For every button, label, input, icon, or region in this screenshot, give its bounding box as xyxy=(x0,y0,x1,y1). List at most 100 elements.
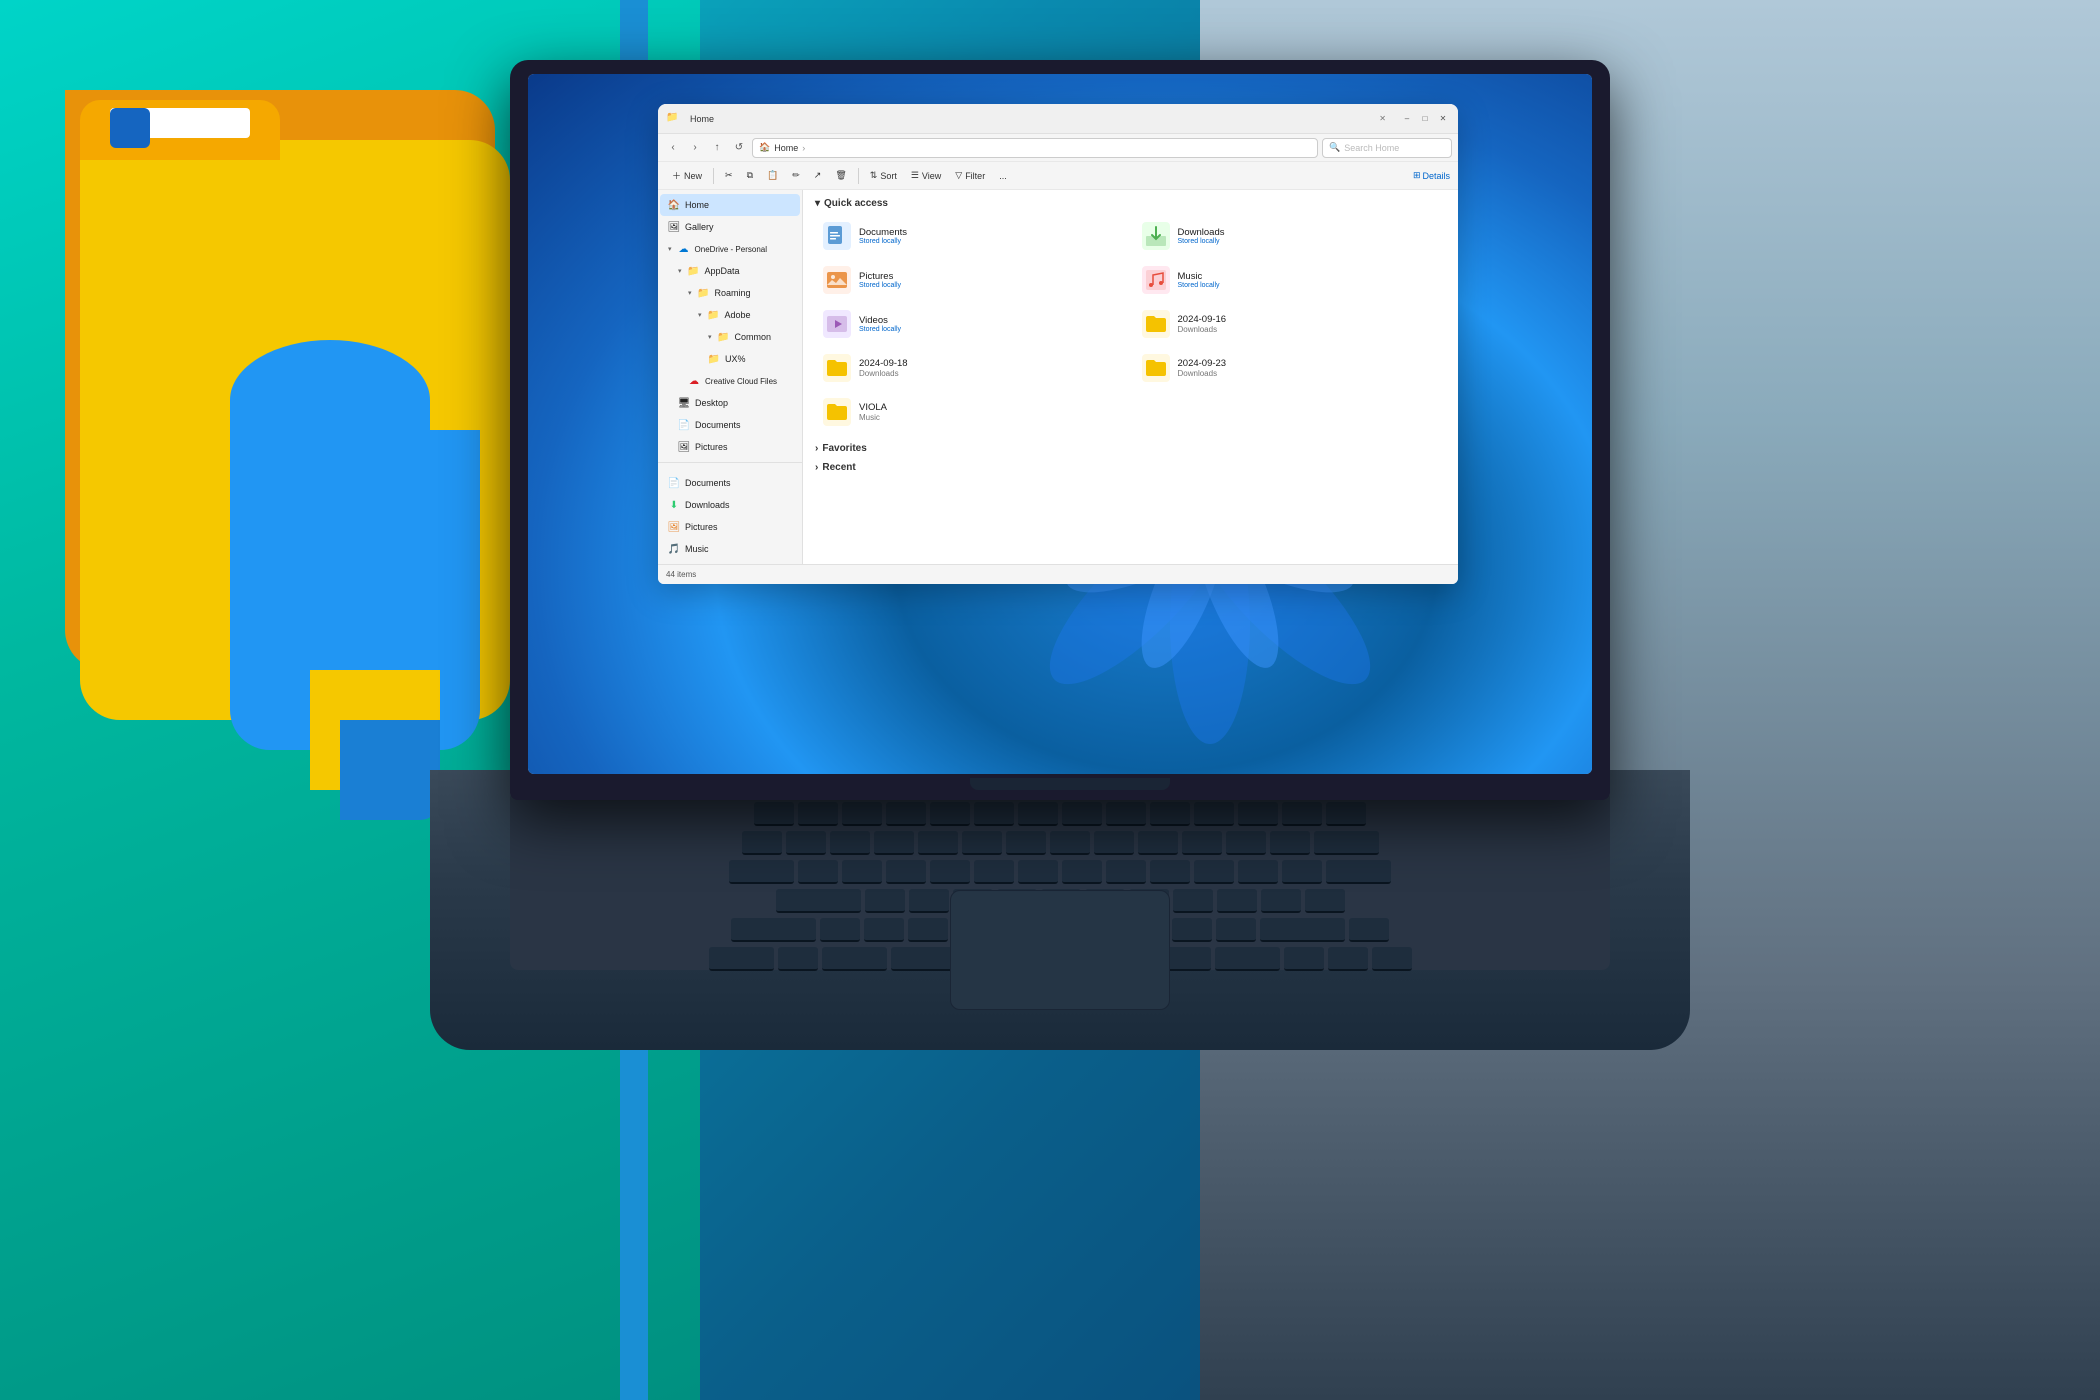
more-button[interactable]: ... xyxy=(993,165,1013,187)
search-bar[interactable]: 🔍 Search Home xyxy=(1322,138,1452,158)
favorites-header[interactable]: › Favorites xyxy=(815,443,1446,454)
sidebar-item-pictures[interactable]: 🖼 Pictures xyxy=(660,516,800,538)
view-button[interactable]: ☰ View xyxy=(905,165,947,187)
delete-button[interactable]: 🗑 xyxy=(829,165,852,187)
key-row-3 xyxy=(526,860,1594,884)
file-item-2024-09-18[interactable]: 2024-09-18 Downloads xyxy=(815,349,1128,387)
downloads-file-name: Downloads xyxy=(1178,227,1439,238)
pictures-file-name: Pictures xyxy=(859,271,1120,282)
folder-2024-09-23-icon xyxy=(1142,354,1170,382)
folder-2024-09-23-name: 2024-09-23 xyxy=(1178,358,1439,369)
sidebar-item-pictures-od[interactable]: 🖼 Pictures xyxy=(660,436,800,458)
pictures-file-icon xyxy=(823,266,851,294)
appdata-icon: 📁 xyxy=(688,265,700,277)
laptop-screen: 📁 Home ✕ – □ ✕ ‹ › ↑ ↺ 🏠 xyxy=(528,74,1592,774)
file-item-pictures[interactable]: Pictures Stored locally xyxy=(815,261,1128,299)
share-button[interactable]: ↗ xyxy=(808,165,828,187)
sidebar-item-desktop[interactable]: 🖥 Desktop xyxy=(660,392,800,414)
sidebar-item-ux[interactable]: 📁 UX% xyxy=(660,348,800,370)
key-f8 xyxy=(1106,802,1146,826)
sidebar-item-home[interactable]: 🏠 Home xyxy=(660,194,800,216)
laptop-touchpad[interactable] xyxy=(950,890,1170,1010)
search-icon: 🔍 xyxy=(1329,142,1340,153)
key-semi xyxy=(1261,889,1301,913)
key-f10 xyxy=(1194,802,1234,826)
explorer-titlebar: 📁 Home ✕ – □ ✕ xyxy=(658,104,1458,134)
explorer-nav-toolbar: ‹ › ↑ ↺ 🏠 Home › 🔍 Search Home xyxy=(658,134,1458,162)
file-item-viola[interactable]: VIOLA Music xyxy=(815,393,1128,431)
search-placeholder: Search Home xyxy=(1344,143,1399,153)
up-button[interactable]: ↑ xyxy=(708,139,726,157)
folder-blue-accent xyxy=(110,108,150,148)
sidebar-item-onedrive[interactable]: ▾ ☁ OneDrive - Personal xyxy=(660,238,800,260)
rename-button[interactable]: ✏ xyxy=(786,165,806,187)
folder-viola-info: VIOLA Music xyxy=(859,402,1120,422)
pictures-icon: 🖼 xyxy=(668,521,680,533)
key-5 xyxy=(962,831,1002,855)
close-button[interactable]: ✕ xyxy=(1436,112,1450,126)
details-button[interactable]: ⊞ Details xyxy=(1413,170,1450,181)
cmd-separator-1 xyxy=(713,168,714,184)
new-button[interactable]: ＋ New xyxy=(666,165,708,187)
maximize-button[interactable]: □ xyxy=(1418,112,1432,126)
music-file-name: Music xyxy=(1178,271,1439,282)
key-caps xyxy=(776,889,861,913)
forward-button[interactable]: › xyxy=(686,139,704,157)
key-slash xyxy=(1216,918,1256,942)
refresh-button[interactable]: ↺ xyxy=(730,139,748,157)
key-fn xyxy=(778,947,818,971)
sidebar-label-roaming: Roaming xyxy=(715,288,751,298)
music-file-icon xyxy=(1142,266,1170,294)
explorer-statusbar: 44 items xyxy=(658,564,1458,584)
explorer-app-icon: 📁 xyxy=(666,112,680,126)
sidebar-label-documents-od: Documents xyxy=(695,420,741,430)
file-item-2024-09-16[interactable]: 2024-09-16 Downloads xyxy=(1134,305,1447,343)
sort-button[interactable]: ⇅ Sort xyxy=(864,165,903,187)
paste-button[interactable]: 📋 xyxy=(761,165,784,187)
chevron-icon: ▾ xyxy=(668,245,672,253)
blue-accent-square xyxy=(340,720,440,820)
file-explorer-window: 📁 Home ✕ – □ ✕ ‹ › ↑ ↺ 🏠 xyxy=(658,104,1458,584)
file-item-music[interactable]: Music Stored locally xyxy=(1134,261,1447,299)
roaming-icon: 📁 xyxy=(698,287,710,299)
folder-2024-09-18-icon xyxy=(823,354,851,382)
sidebar-item-common[interactable]: ▾ 📁 Common xyxy=(660,326,800,348)
laptop-screen-bezel: 📁 Home ✕ – □ ✕ ‹ › ↑ ↺ 🏠 xyxy=(510,60,1610,800)
address-chevron: › xyxy=(802,143,805,153)
sidebar-item-downloads[interactable]: ⬇ Downloads xyxy=(660,494,800,516)
file-item-videos[interactable]: Videos Stored locally xyxy=(815,305,1128,343)
item-count: 44 items xyxy=(666,570,696,579)
minimize-button[interactable]: – xyxy=(1400,112,1414,126)
key-arrow-up xyxy=(1349,918,1389,942)
recent-header[interactable]: › Recent xyxy=(815,462,1446,473)
sidebar-item-creative-cloud[interactable]: ☁ Creative Cloud Files xyxy=(660,370,800,392)
sidebar-item-gallery[interactable]: 🖼 Gallery xyxy=(660,216,800,238)
folder-viola-icon xyxy=(823,398,851,426)
file-item-documents[interactable]: Documents Stored locally xyxy=(815,217,1128,255)
chevron-icon: ▾ xyxy=(708,333,712,341)
sidebar-item-music[interactable]: 🎵 Music xyxy=(660,538,800,560)
filter-button[interactable]: ▽ Filter xyxy=(949,165,991,187)
quick-access-header[interactable]: ▾ Quick access xyxy=(815,198,1446,209)
sidebar-item-documents-od[interactable]: 📄 Documents xyxy=(660,414,800,436)
key-arrow-down xyxy=(1328,947,1368,971)
file-item-2024-09-23[interactable]: 2024-09-23 Downloads xyxy=(1134,349,1447,387)
sidebar-item-appdata[interactable]: ▾ 📁 AppData xyxy=(660,260,800,282)
key-p xyxy=(1194,860,1234,884)
favorites-label: Favorites xyxy=(822,443,866,454)
copy-button[interactable]: ⧉ xyxy=(741,165,759,187)
address-bar[interactable]: 🏠 Home › xyxy=(752,138,1318,158)
sidebar-label-music: Music xyxy=(685,544,709,554)
back-button[interactable]: ‹ xyxy=(664,139,682,157)
sidebar-item-documents[interactable]: 📄 Documents xyxy=(660,472,800,494)
sidebar-item-videos[interactable]: 🎬 Videos xyxy=(660,560,800,564)
sidebar-item-adobe[interactable]: ▾ 📁 Adobe xyxy=(660,304,800,326)
sidebar-item-roaming[interactable]: ▾ 📁 Roaming xyxy=(660,282,800,304)
key-tab xyxy=(729,860,794,884)
downloads-file-meta: Stored locally xyxy=(1178,238,1439,245)
file-item-downloads[interactable]: Downloads Stored locally xyxy=(1134,217,1447,255)
sidebar-label-pictures-od: Pictures xyxy=(695,442,728,452)
cut-button[interactable]: ✂ xyxy=(719,165,739,187)
sidebar-label-appdata: AppData xyxy=(705,266,740,276)
tab-close-x[interactable]: ✕ xyxy=(1379,114,1386,123)
